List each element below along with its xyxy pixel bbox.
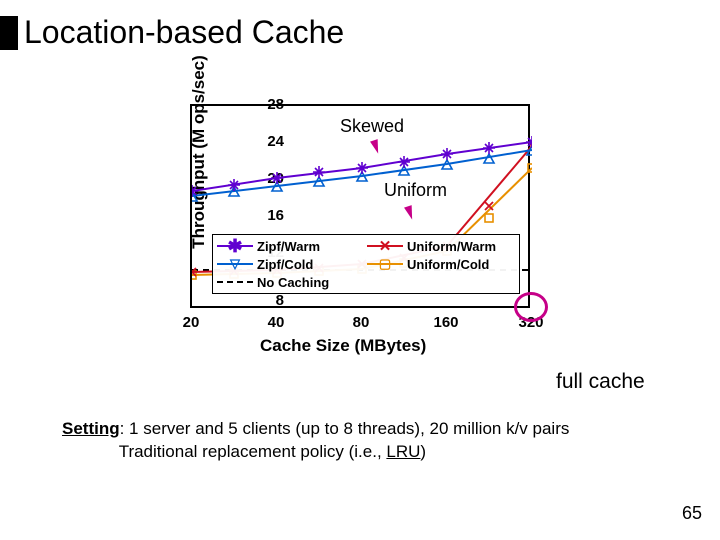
page-number: 65 (682, 503, 702, 524)
legend-zipf-cold: Zipf/Cold (257, 257, 313, 272)
series-zipf-warm (192, 136, 532, 197)
annotation-uniform: Uniform (384, 180, 447, 201)
title-marker (0, 16, 18, 50)
highlight-circle-icon (514, 292, 548, 322)
annotation-skewed: Skewed (340, 116, 404, 137)
legend-zipf-warm: Zipf/Warm (257, 239, 320, 254)
legend-uniform-cold: Uniform/Cold (407, 257, 489, 272)
setting-caption: Setting: 1 server and 5 clients (up to 8… (62, 418, 569, 464)
setting-prefix: Setting (62, 419, 120, 438)
x-icon: ✕ (367, 239, 403, 253)
page-title: Location-based Cache (24, 14, 344, 51)
xtick-160: 160 (426, 314, 466, 331)
triangle-down-icon: ▽ (217, 257, 253, 271)
setting-line1: : 1 server and 5 clients (up to 8 thread… (120, 419, 570, 438)
dash-icon (217, 275, 253, 289)
chart-legend: ✱ Zipf/Warm ✕ Uniform/Warm ▽ Zipf/Cold ▢… (212, 234, 520, 294)
xtick-80: 80 (341, 314, 381, 331)
annotation-full-cache: full cache (556, 370, 645, 394)
xtick-40: 40 (256, 314, 296, 331)
setting-line2b: ) (420, 442, 426, 461)
legend-uniform-warm: Uniform/Warm (407, 239, 496, 254)
x-axis-label: Cache Size (MBytes) (260, 336, 426, 356)
setting-line2a: Traditional replacement policy (i.e., (119, 442, 387, 461)
setting-lru: LRU (386, 442, 420, 461)
legend-no-caching: No Caching (257, 275, 329, 290)
asterisk-icon: ✱ (217, 239, 253, 253)
chart-container: Throughput (M ops/sec) 28 24 20 16 12 8 … (130, 100, 570, 436)
square-icon: ▢ (367, 257, 403, 271)
xtick-20: 20 (171, 314, 211, 331)
